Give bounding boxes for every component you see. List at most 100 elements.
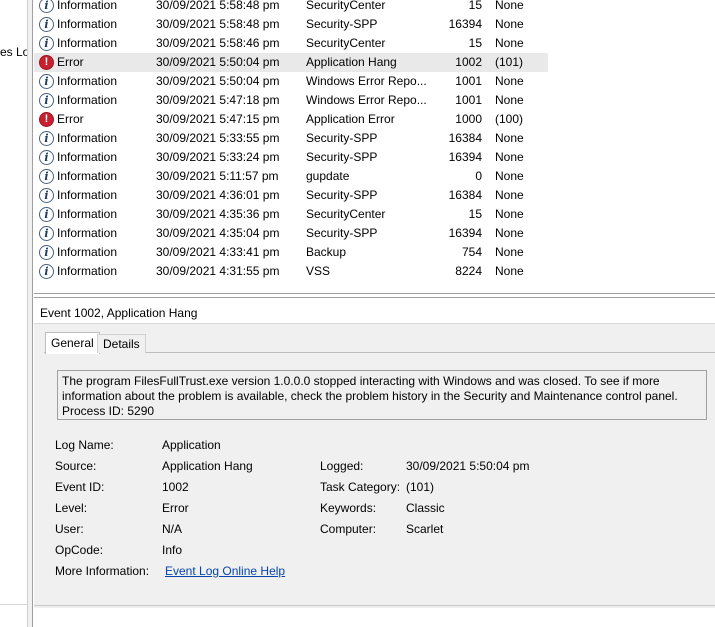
information-icon: i [39, 74, 54, 89]
event-message-box[interactable]: The program FilesFullTrust.exe version 1… [57, 370, 707, 420]
event-list[interactable]: i Information 30/09/2021 5:58:48 pm Securit… [34, 0, 715, 294]
event-date-time: 30/09/2021 4:35:36 pm [156, 207, 280, 221]
event-id: 1001 [455, 93, 482, 107]
event-id: 16394 [448, 150, 482, 164]
event-level: Information [57, 36, 118, 50]
event-task-category: None [495, 0, 524, 12]
log-name-value: Application [162, 438, 221, 452]
event-id: 16384 [448, 188, 482, 202]
event-id-label: Event ID: [55, 480, 105, 494]
event-date-time: 30/09/2021 5:58:48 pm [156, 0, 280, 12]
detail-title: Event 1002, Application Hang [40, 306, 198, 320]
event-task-category: None [495, 74, 524, 88]
task-category-value: (101) [406, 480, 435, 494]
user-label: User: [55, 522, 84, 536]
detail-header: Event 1002, Application Hang [34, 298, 715, 324]
event-row[interactable]: ! Error 30/09/2021 5:50:04 pm Application H… [34, 53, 548, 72]
message-line: The program FilesFullTrust.exe version 1… [62, 374, 660, 388]
event-source: SecurityCenter [306, 36, 386, 50]
level-value: Error [162, 501, 189, 515]
event-row[interactable]: i Information 30/09/2021 5:58:48 pm Securit… [34, 0, 548, 15]
event-level: Information [57, 17, 118, 31]
event-row[interactable]: i Information 30/09/2021 5:58:48 pm Securit… [34, 15, 548, 34]
event-row[interactable]: i Information 30/09/2021 5:11:57 pm gupdate… [34, 167, 548, 186]
event-row[interactable]: i Information 30/09/2021 4:35:36 pm Securit… [34, 205, 548, 224]
event-source: SecurityCenter [306, 207, 386, 221]
event-id: 1001 [455, 74, 482, 88]
information-icon: i [39, 131, 54, 146]
event-task-category: None [495, 264, 524, 278]
log-name-label: Log Name: [55, 438, 114, 452]
event-source: SecurityCenter [306, 0, 386, 12]
message-line: Process ID: 5290 [62, 404, 155, 418]
event-source: Windows Error Repo... [306, 74, 427, 88]
event-source: Application Error [306, 112, 395, 126]
event-id: 16394 [448, 226, 482, 240]
event-level: Information [57, 188, 118, 202]
information-icon: i [39, 0, 54, 13]
event-row[interactable]: i Information 30/09/2021 5:50:04 pm Windows… [34, 72, 548, 91]
event-date-time: 30/09/2021 5:11:57 pm [156, 169, 279, 183]
logged-label: Logged: [320, 459, 364, 473]
event-row[interactable]: i Information 30/09/2021 5:47:18 pm Windows… [34, 91, 548, 110]
event-level: Error [57, 55, 84, 69]
event-level: Information [57, 207, 118, 221]
error-icon: ! [39, 112, 54, 127]
tab-details[interactable]: Details [97, 334, 146, 353]
event-date-time: 30/09/2021 4:31:55 pm [156, 264, 280, 278]
list-divider [34, 293, 715, 294]
event-row[interactable]: i Information 30/09/2021 5:58:46 pm Securit… [34, 34, 548, 53]
event-task-category: None [495, 131, 524, 145]
event-id: 16394 [448, 17, 482, 31]
user-value: N/A [162, 522, 183, 536]
pane-bottom-border [34, 605, 715, 606]
information-icon: i [39, 36, 54, 51]
event-task-category: (101) [495, 55, 524, 69]
event-task-category: None [495, 207, 524, 221]
pane-splitter[interactable] [28, 0, 33, 627]
tab-general[interactable]: General [45, 332, 100, 354]
event-task-category: None [495, 245, 524, 259]
nav-item-fragment[interactable]: es Lo [0, 45, 27, 59]
event-date-time: 30/09/2021 5:33:24 pm [156, 150, 280, 164]
logged-value: 30/09/2021 5:50:04 pm [406, 459, 530, 473]
event-id: 15 [468, 207, 482, 221]
event-date-time: 30/09/2021 4:35:04 pm [156, 226, 280, 240]
event-log-online-help-link[interactable]: Event Log Online Help [165, 564, 285, 578]
event-task-category: None [495, 226, 524, 240]
event-row[interactable]: i Information 30/09/2021 4:31:55 pm VSS 8224… [34, 262, 548, 281]
event-source: VSS [306, 264, 331, 278]
event-id: 15 [468, 36, 482, 50]
event-task-category: None [495, 17, 524, 31]
navigation-pane: es Lo [0, 0, 28, 627]
information-icon: i [39, 188, 54, 203]
event-date-time: 30/09/2021 4:33:41 pm [156, 245, 280, 259]
event-row[interactable]: i Information 30/09/2021 5:33:24 pm Securit… [34, 148, 548, 167]
event-source: Application Hang [306, 55, 397, 69]
message-line: information about the problem is availab… [62, 389, 678, 403]
level-label: Level: [55, 501, 88, 515]
event-source: Security-SPP [306, 188, 378, 202]
event-source: gupdate [306, 169, 350, 183]
event-source: Security-SPP [306, 226, 378, 240]
event-id: 15 [468, 0, 482, 12]
event-date-time: 30/09/2021 5:58:46 pm [156, 36, 280, 50]
event-date-time: 30/09/2021 4:36:01 pm [156, 188, 280, 202]
event-date-time: 30/09/2021 5:47:18 pm [156, 93, 280, 107]
event-row[interactable]: i Information 30/09/2021 5:33:55 pm Securit… [34, 129, 548, 148]
event-task-category: None [495, 36, 524, 50]
event-task-category: None [495, 169, 524, 183]
event-task-category: None [495, 188, 524, 202]
event-row[interactable]: i Information 30/09/2021 4:35:04 pm Securit… [34, 224, 548, 243]
event-date-time: 30/09/2021 5:58:48 pm [156, 17, 280, 31]
event-date-time: 30/09/2021 5:33:55 pm [156, 131, 280, 145]
event-id: 1002 [455, 55, 482, 69]
event-source: Security-SPP [306, 150, 378, 164]
event-row[interactable]: i Information 30/09/2021 4:36:01 pm Securit… [34, 186, 548, 205]
event-row[interactable]: ! Error 30/09/2021 5:47:15 pm Application E… [34, 110, 548, 129]
opcode-value: Info [162, 543, 183, 557]
event-row[interactable]: i Information 30/09/2021 4:33:41 pm Backup 7… [34, 243, 548, 262]
computer-value: Scarlet [406, 522, 444, 536]
error-icon: ! [39, 55, 54, 70]
event-id: 8224 [455, 264, 482, 278]
